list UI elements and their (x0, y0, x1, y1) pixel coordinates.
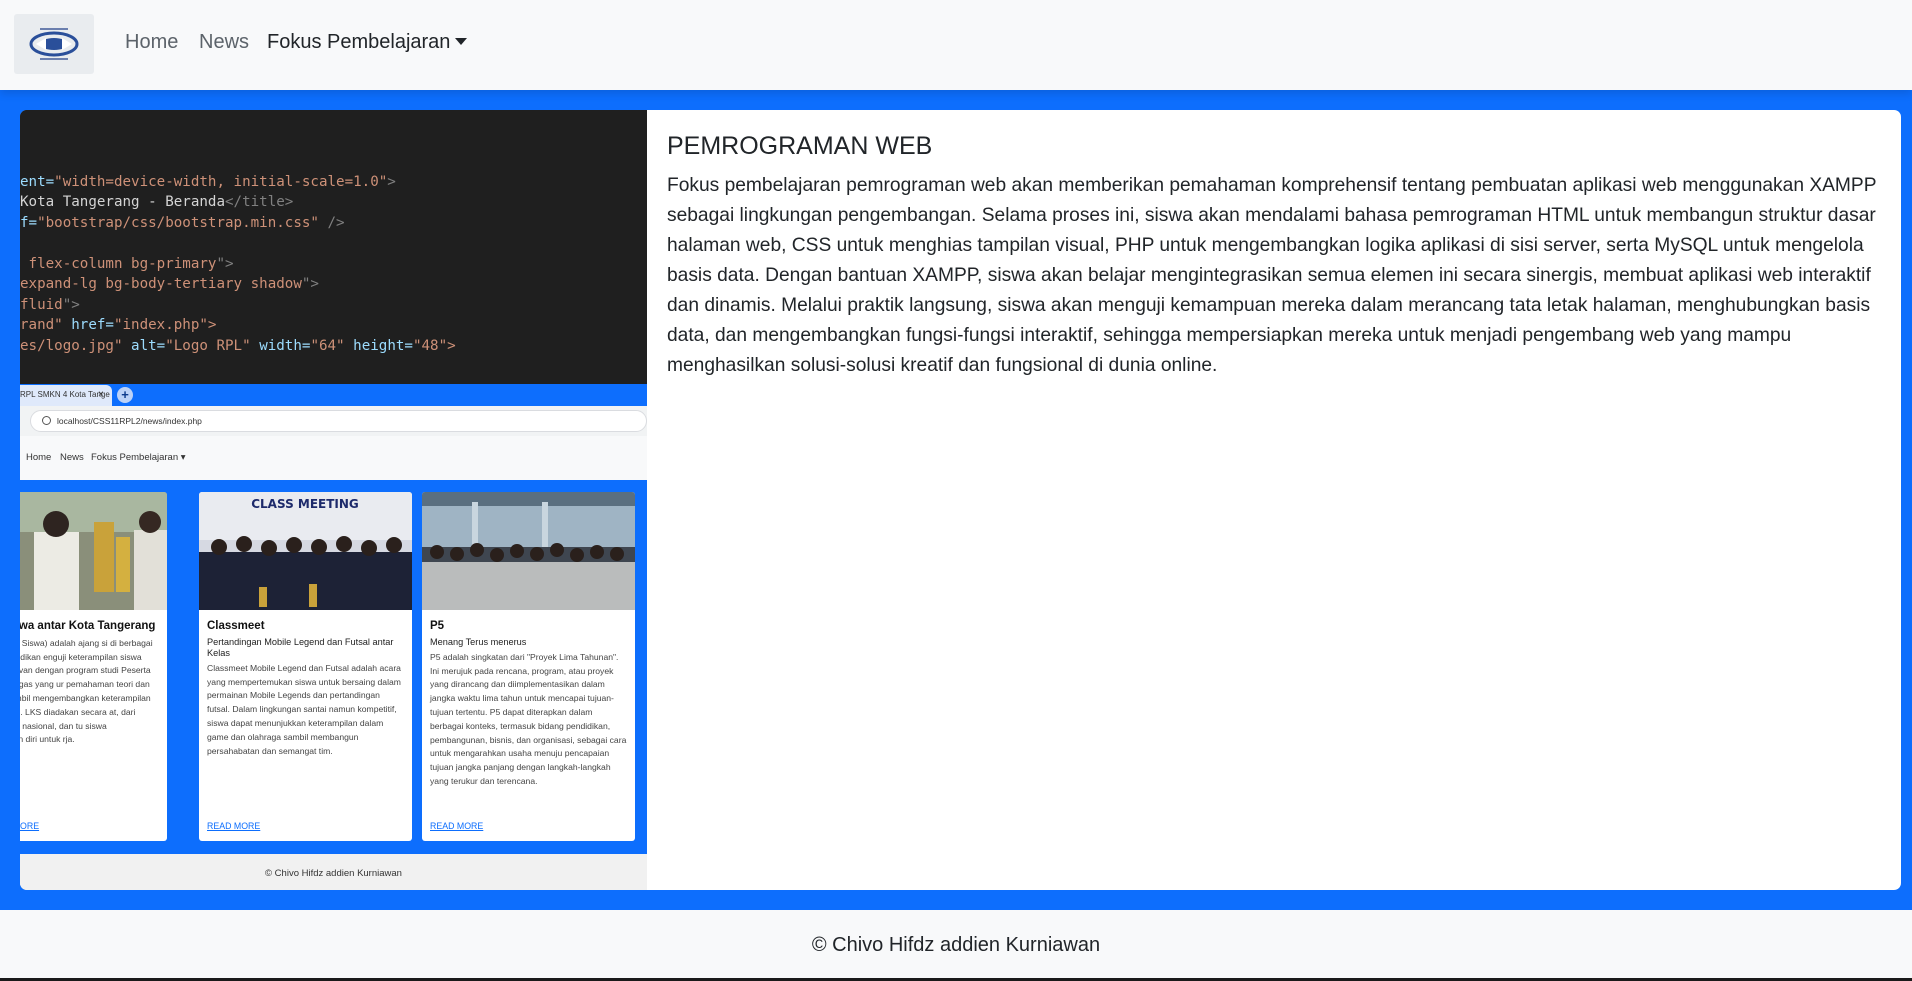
code-line: es/logo.jpg" alt="Logo RPL" width="64" h… (20, 338, 456, 354)
code-line: f="bootstrap/css/bootstrap.min.css" /> (20, 215, 345, 231)
mini-card-subtitle: Menang Terus menerus (430, 636, 527, 647)
mini-card-title: P5 (430, 620, 445, 632)
footer-copyright: © Chivo Hifdz addien Kurniawan (811, 934, 1101, 956)
browser-screenshot: RPL SMKN 4 Kota Tange × + localhost/CSS11… (20, 384, 647, 890)
mini-card-photo (422, 492, 635, 610)
logo-icon (29, 28, 79, 60)
card-image: ent="width=device-width, initial-scale=1… (20, 110, 647, 890)
mini-nav-news: News (60, 452, 84, 463)
code-line: expand-lg bg-body-tertiary shadow"> (20, 276, 319, 292)
mini-main: Kreatif Siswa antar Kota Tangerang ba Ko… (20, 480, 647, 854)
mini-card: Kreatif Siswa antar Kota Tangerang ba Ko… (20, 492, 167, 841)
nav-home[interactable]: Home (125, 31, 178, 54)
navbar: Home News Fokus Pembelajaran (0, 0, 1912, 90)
mini-card-read-more: ORE (20, 821, 40, 831)
mini-card-text: Classmeet Mobile Legend dan Futsal adala… (207, 662, 401, 756)
address-text: localhost/CSS11RPL2/news/index.php (30, 410, 647, 432)
info-icon (42, 416, 51, 425)
mini-card-body: P5 Menang Terus menerus P5 adalah singka… (430, 620, 627, 789)
card-text: Fokus pembelajaran pemrograman web akan … (667, 175, 1877, 376)
code-line: rand" href="index.php"> (20, 317, 217, 333)
mini-card-photo (20, 492, 167, 610)
browser-tab: RPL SMKN 4 Kota Tange × (20, 385, 112, 406)
footer: © Chivo Hifdz addien Kurniawan (0, 910, 1912, 978)
logo-rpl[interactable] (14, 14, 94, 74)
class-meeting-banner: CLASS MEETING (251, 497, 359, 511)
mini-card-read-more: READ MORE (430, 821, 484, 831)
mini-card-text: P5 adalah singkatan dari "Proyek Lima Ta… (430, 651, 627, 786)
mini-card-photo: CLASS MEETING (199, 492, 412, 610)
mini-footer: © Chivo Hifdz addien Kurniawan (20, 854, 647, 890)
mini-card-body: Classmeet Pertandingan Mobile Legend dan… (207, 620, 404, 758)
browser-address-bar: localhost/CSS11RPL2/news/index.php (20, 406, 647, 436)
plus-icon: + (117, 387, 133, 403)
mini-card-title: Classmeet (207, 620, 265, 632)
nav-fokus-label: Fokus Pembelajaran (267, 31, 451, 53)
nav-news[interactable]: News (199, 31, 249, 54)
card-body: PEMROGRAMAN WEB Fokus pembelajaran pemro… (667, 130, 1889, 381)
browser-tabbar: RPL SMKN 4 Kota Tange × + (20, 384, 647, 406)
mini-card-title: Kreatif Siswa antar Kota Tangerang (20, 620, 156, 632)
close-icon: × (98, 389, 104, 400)
mini-card-text: ba Kompetensi Siswa) adalah ajang si di … (20, 637, 153, 745)
caret-down-icon (455, 38, 468, 45)
mini-card: CLASS MEETING Classmeet Pertandingan Mob… (199, 492, 412, 841)
nav-fokus-pembelajaran-dropdown[interactable]: Fokus Pembelajaran (267, 31, 468, 54)
mini-navbar: Home News Fokus Pembelajaran ▾ (20, 436, 647, 480)
mini-card: P5 Menang Terus menerus P5 adalah singka… (422, 492, 635, 841)
code-line: Kota Tangerang - Beranda</title> (20, 194, 294, 210)
mini-card-subtitle: Pertandingan Mobile Legend dan Futsal an… (207, 636, 394, 658)
mini-card-read-more: READ MORE (207, 821, 261, 831)
card-title: PEMROGRAMAN WEB (667, 132, 933, 160)
code-line: flex-column bg-primary"> (20, 256, 234, 272)
focus-card: ent="width=device-width, initial-scale=1… (20, 110, 1901, 890)
code-line: ent="width=device-width, initial-scale=1… (20, 174, 396, 190)
mini-nav-home: Home (26, 452, 52, 463)
code-line: fluid"> (20, 297, 80, 313)
mini-nav-fokus: Fokus Pembelajaran ▾ (91, 452, 186, 463)
code-editor-screenshot: ent="width=device-width, initial-scale=1… (20, 110, 647, 384)
mini-card-body: Kreatif Siswa antar Kota Tangerang ba Ko… (20, 620, 159, 747)
main-section: ent="width=device-width, initial-scale=1… (0, 90, 1912, 910)
